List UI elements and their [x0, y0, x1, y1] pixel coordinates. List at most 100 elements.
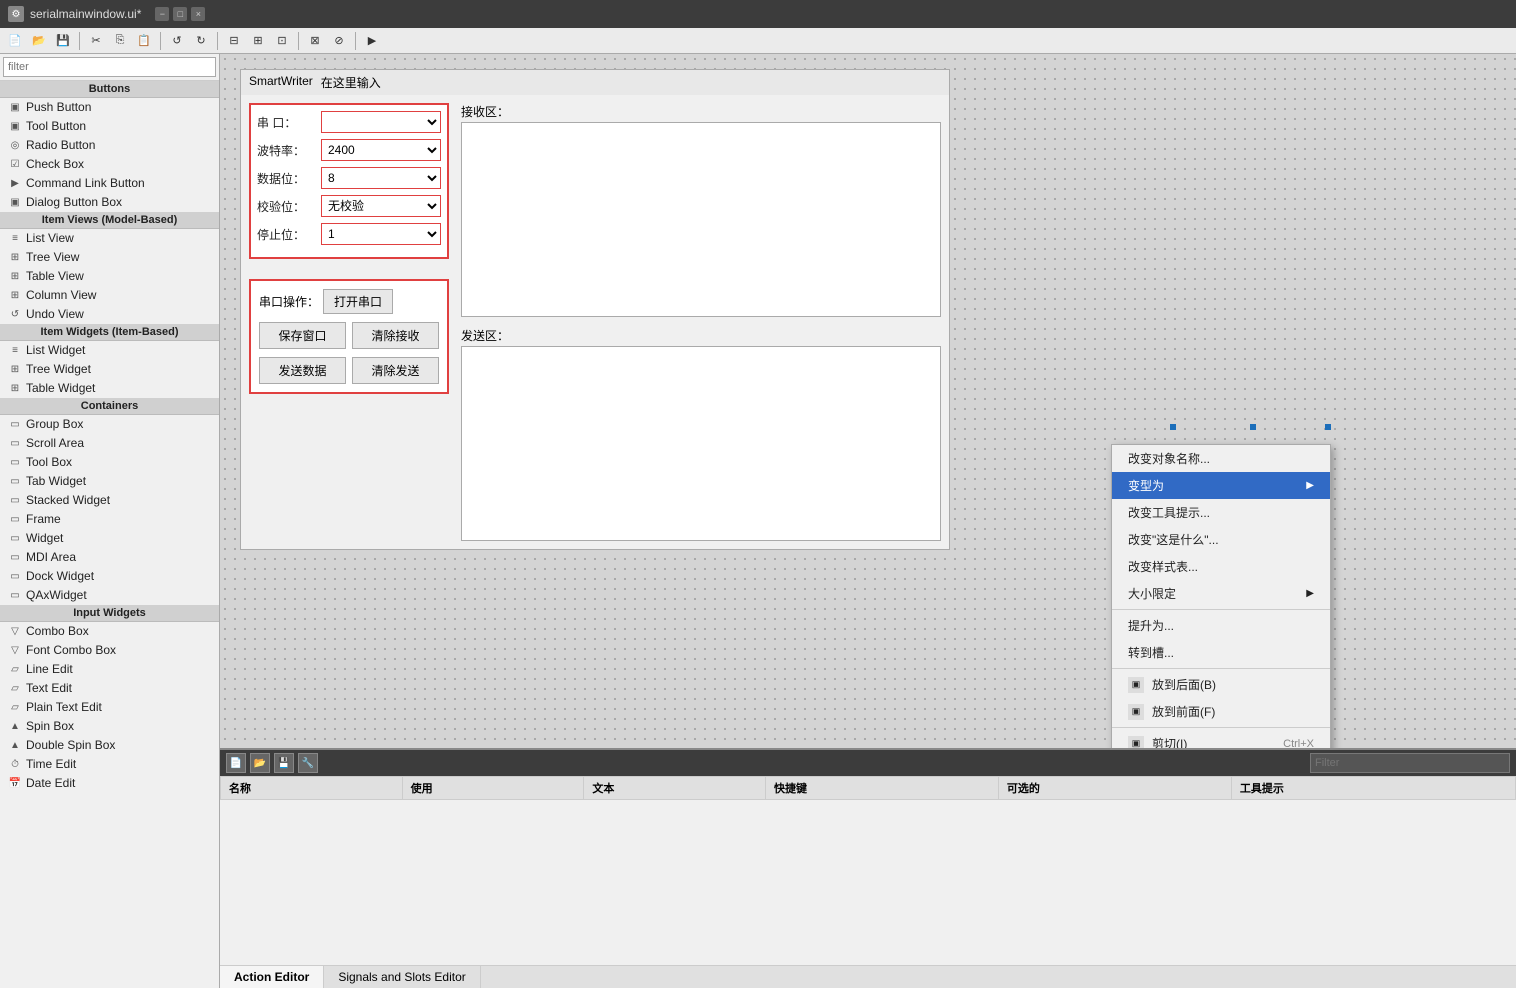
receive-textarea[interactable]	[461, 122, 941, 317]
sidebar-item-tool-button[interactable]: ▣Tool Button	[0, 117, 219, 136]
databits-select[interactable]: 8	[321, 167, 441, 189]
save-button[interactable]: 💾	[52, 31, 74, 51]
open-button[interactable]: 📂	[28, 31, 50, 51]
ctx-item-放到后面-b-[interactable]: ▣放到后面(B)	[1112, 671, 1330, 698]
design-canvas[interactable]: SmartWriter 在这里输入 串 口： 波特率：	[220, 54, 1516, 748]
clear-recv-button[interactable]: 清除接收	[352, 322, 439, 349]
layout-h-button[interactable]: ⊟	[223, 31, 245, 51]
ctx-item-提升为-[interactable]: 提升为...	[1112, 612, 1330, 639]
sidebar-item-label: Plain Text Edit	[26, 700, 102, 714]
paste-button[interactable]: 📋	[133, 31, 155, 51]
sidebar-item-stacked-widget[interactable]: ▭Stacked Widget	[0, 491, 219, 510]
ctx-item-转到槽-[interactable]: 转到槽...	[1112, 639, 1330, 666]
ctx-item-改变-这是什么-[interactable]: 改变"这是什么"...	[1112, 526, 1330, 553]
sidebar-item-tree-view[interactable]: ⊞Tree View	[0, 248, 219, 267]
ctx-item-变型为[interactable]: 变型为▶	[1112, 472, 1330, 499]
ops-row3: 发送数据 清除发送	[259, 357, 439, 384]
undo-button[interactable]: ↺	[166, 31, 188, 51]
save-window-button[interactable]: 保存窗口	[259, 322, 346, 349]
sidebar-item-check-box[interactable]: ☑Check Box	[0, 155, 219, 174]
sidebar-item-label: Scroll Area	[26, 436, 84, 450]
bottom-filter-input[interactable]	[1310, 753, 1510, 773]
sidebar-item-push-button[interactable]: ▣Push Button	[0, 98, 219, 117]
sidebar-item-group-box[interactable]: ▭Group Box	[0, 415, 219, 434]
bottom-delete-btn[interactable]: 🔧	[298, 753, 318, 773]
sidebar-item-font-combo-box[interactable]: ▽Font Combo Box	[0, 641, 219, 660]
parity-label: 校验位：	[257, 198, 317, 215]
sidebar-item-icon: ▭	[8, 512, 22, 526]
sidebar-item-tab-widget[interactable]: ▭Tab Widget	[0, 472, 219, 491]
ctx-item-改变对象名称-[interactable]: 改变对象名称...	[1112, 445, 1330, 472]
new-button[interactable]: 📄	[4, 31, 26, 51]
sidebar-item-tree-widget[interactable]: ⊞Tree Widget	[0, 360, 219, 379]
sidebar-item-plain-text-edit[interactable]: ▱Plain Text Edit	[0, 698, 219, 717]
ctx-item-改变工具提示-[interactable]: 改变工具提示...	[1112, 499, 1330, 526]
sidebar-item-double-spin-box[interactable]: ▲Double Spin Box	[0, 736, 219, 755]
sidebar-item-table-widget[interactable]: ⊞Table Widget	[0, 379, 219, 398]
ctx-item-label: 变型为	[1128, 477, 1164, 494]
clear-send-button[interactable]: 清除发送	[352, 357, 439, 384]
ctx-item-剪切-i-[interactable]: ▣剪切(I)Ctrl+X	[1112, 730, 1330, 748]
stopbits-label: 停止位：	[257, 226, 317, 243]
parity-select[interactable]: 无校验	[321, 195, 441, 217]
port-select[interactable]	[321, 111, 441, 133]
sidebar-item-combo-box[interactable]: ▽Combo Box	[0, 622, 219, 641]
minimize-button[interactable]: −	[155, 7, 169, 21]
sidebar-item-mdi-area[interactable]: ▭MDI Area	[0, 548, 219, 567]
sidebar-item-frame[interactable]: ▭Frame	[0, 510, 219, 529]
tab-action-editor[interactable]: Action Editor	[220, 966, 324, 988]
tab-signals-slots[interactable]: Signals and Slots Editor	[324, 966, 480, 988]
copy-button[interactable]: ⎘	[109, 31, 131, 51]
layout-grid-button[interactable]: ⊡	[271, 31, 293, 51]
sidebar-item-table-view[interactable]: ⊞Table View	[0, 267, 219, 286]
sidebar-item-tool-box[interactable]: ▭Tool Box	[0, 453, 219, 472]
ctx-item-改变样式表-[interactable]: 改变样式表...	[1112, 553, 1330, 580]
sidebar-item-icon: ▲	[8, 738, 22, 752]
sidebar-item-text-edit[interactable]: ▱Text Edit	[0, 679, 219, 698]
close-button[interactable]: ×	[191, 7, 205, 21]
adjust-size-button[interactable]: ⊘	[328, 31, 350, 51]
sidebar-item-date-edit[interactable]: 📅Date Edit	[0, 774, 219, 793]
stopbits-select[interactable]: 1	[321, 223, 441, 245]
bottom-save-btn[interactable]: 💾	[274, 753, 294, 773]
maximize-button[interactable]: □	[173, 7, 187, 21]
sidebar-item-time-edit[interactable]: ⏱Time Edit	[0, 755, 219, 774]
parity-row: 校验位： 无校验	[257, 195, 441, 217]
sidebar-filter-container	[0, 54, 219, 81]
sidebar-item-dock-widget[interactable]: ▭Dock Widget	[0, 567, 219, 586]
sidebar-item-command-link-button[interactable]: ▶Command Link Button	[0, 174, 219, 193]
break-layout-button[interactable]: ⊠	[304, 31, 326, 51]
send-data-button[interactable]: 发送数据	[259, 357, 346, 384]
bottom-open-btn[interactable]: 📂	[250, 753, 270, 773]
baud-select[interactable]: 2400	[321, 139, 441, 161]
sidebar-item-line-edit[interactable]: ▱Line Edit	[0, 660, 219, 679]
sidebar-item-widget[interactable]: ▭Widget	[0, 529, 219, 548]
ctx-item-label: 放到前面(F)	[1152, 703, 1215, 720]
sidebar-item-radio-button[interactable]: ◎Radio Button	[0, 136, 219, 155]
preview-button[interactable]: ▶	[361, 31, 383, 51]
sidebar-item-column-view[interactable]: ⊞Column View	[0, 286, 219, 305]
bottom-new-btn[interactable]: 📄	[226, 753, 246, 773]
send-textarea[interactable]	[461, 346, 941, 541]
sidebar-item-scroll-area[interactable]: ▭Scroll Area	[0, 434, 219, 453]
layout-v-button[interactable]: ⊞	[247, 31, 269, 51]
redo-button[interactable]: ↻	[190, 31, 212, 51]
sidebar-item-icon: ≡	[8, 231, 22, 245]
open-port-button[interactable]: 打开串口	[323, 289, 393, 314]
sidebar-item-undo-view[interactable]: ↺Undo View	[0, 305, 219, 324]
ctx-item-放到前面-f-[interactable]: ▣放到前面(F)	[1112, 698, 1330, 725]
sidebar-filter-input[interactable]	[3, 57, 216, 77]
smartwriter-label: SmartWriter	[249, 74, 313, 91]
widget-sidebar: Buttons▣Push Button▣Tool Button◎Radio Bu…	[0, 54, 220, 988]
ctx-item-大小限定[interactable]: 大小限定▶	[1112, 580, 1330, 607]
sidebar-item-spin-box[interactable]: ▲Spin Box	[0, 717, 219, 736]
port-row: 串 口：	[257, 111, 441, 133]
cut-button[interactable]: ✂	[85, 31, 107, 51]
sidebar-item-label: Tool Button	[26, 119, 86, 133]
sidebar-item-dialog-button-box[interactable]: ▣Dialog Button Box	[0, 193, 219, 212]
selection-handle-3	[1325, 424, 1331, 430]
sidebar-item-list-view[interactable]: ≡List View	[0, 229, 219, 248]
sidebar-item-list-widget[interactable]: ≡List Widget	[0, 341, 219, 360]
sidebar-item-qaxwidget[interactable]: ▭QAxWidget	[0, 586, 219, 605]
sidebar-item-label: MDI Area	[26, 550, 76, 564]
